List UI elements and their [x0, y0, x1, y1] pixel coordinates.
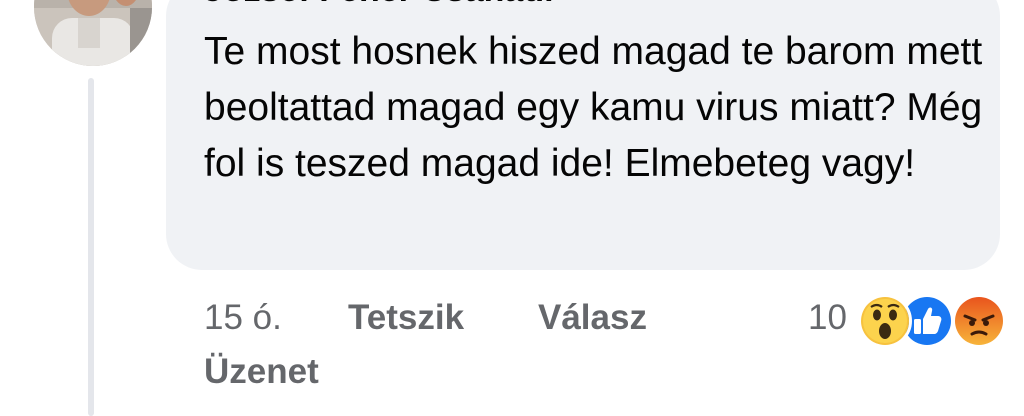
avatar-photo [34, 0, 152, 66]
comment-screen: József Fehér Csanádi Te most hosnek hisz… [0, 0, 1024, 416]
like-button[interactable]: Tetszik [348, 294, 464, 342]
avatar[interactable] [34, 0, 152, 66]
angry-reaction-icon [952, 294, 1006, 348]
reaction-summary[interactable]: 10 [808, 290, 1008, 348]
reaction-count: 10 [808, 298, 847, 337]
wow-reaction-icon [858, 294, 912, 348]
reply-thread-line [88, 78, 94, 416]
reply-button[interactable]: Válasz [538, 294, 647, 342]
message-button[interactable]: Üzenet [204, 348, 319, 396]
comment-text: Te most hosnek hiszed magad te barom met… [204, 30, 983, 185]
comment-timestamp[interactable]: 15 ó. [204, 294, 282, 342]
comment-author[interactable]: József Fehér Csanádi [204, 0, 554, 10]
